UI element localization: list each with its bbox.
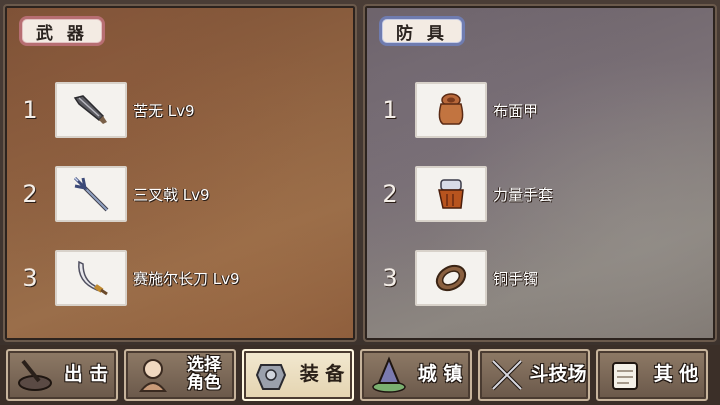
equipment-screen: 武 器 1 苦无 Lv9 2 三叉戟 Lv9 3 赛施尔长刀 Lv9 防 具 1… — [0, 0, 720, 405]
arena-label: 斗技场 — [529, 363, 587, 386]
arena-button[interactable]: 斗技场 — [478, 349, 590, 401]
armor-title: 防 具 — [379, 16, 465, 46]
select-character-button[interactable]: 选择 角色 — [124, 349, 236, 401]
weapon-slot-1[interactable]: 1 苦无 Lv9 — [5, 82, 195, 138]
gauntlet-icon[interactable] — [415, 166, 487, 222]
armor-slot-3[interactable]: 3 铜手镯 — [365, 250, 538, 306]
weapons-title: 武 器 — [19, 16, 105, 46]
kunai-icon[interactable] — [55, 82, 127, 138]
armor-name: 布面甲 — [493, 101, 539, 120]
character-icon — [132, 354, 174, 396]
town-label: 城 镇 — [417, 363, 463, 386]
scroll-icon — [604, 354, 646, 396]
equipment-button[interactable]: 装 备 — [242, 349, 354, 401]
bracelet-icon[interactable] — [415, 250, 487, 306]
armor-slot-2[interactable]: 2 力量手套 — [365, 166, 553, 222]
sortie-icon — [14, 354, 56, 396]
weapon-slot-3[interactable]: 3 赛施尔长刀 Lv9 — [5, 250, 240, 306]
weapon-name: 苦无 Lv9 — [133, 101, 195, 120]
armor-index: 3 — [382, 264, 398, 292]
equipment-label: 装 备 — [299, 363, 345, 386]
sortie-button[interactable]: 出 击 — [6, 349, 118, 401]
bottom-nav: 出 击 选择 角色 装 备 城 镇 斗技场 其 他 — [0, 345, 720, 405]
armor-panel: 防 具 1 布面甲 2 力量手套 3 铜手镯 — [363, 4, 717, 342]
town-icon — [368, 354, 410, 396]
armor-slot-1[interactable]: 1 布面甲 — [365, 82, 538, 138]
armor-name: 力量手套 — [493, 185, 554, 204]
weapon-index: 1 — [22, 96, 38, 124]
town-button[interactable]: 城 镇 — [360, 349, 472, 401]
select-character-label: 选择 角色 — [174, 356, 234, 393]
weapon-name: 三叉戟 Lv9 — [133, 185, 210, 204]
cloth-armor-icon[interactable] — [415, 82, 487, 138]
crossed-swords-icon — [486, 354, 528, 396]
sortie-label: 出 击 — [63, 363, 109, 386]
weapon-index: 3 — [22, 264, 38, 292]
weapons-panel: 武 器 1 苦无 Lv9 2 三叉戟 Lv9 3 赛施尔长刀 Lv9 — [3, 4, 357, 342]
weapon-slot-2[interactable]: 2 三叉戟 Lv9 — [5, 166, 210, 222]
armor-index: 1 — [382, 96, 398, 124]
select-label-line-2: 角色 — [187, 373, 221, 393]
armor-index: 2 — [382, 180, 398, 208]
weapon-index: 2 — [22, 180, 38, 208]
armor-name: 铜手镯 — [493, 269, 539, 288]
armor-set-icon — [250, 354, 292, 396]
other-button[interactable]: 其 他 — [596, 349, 708, 401]
weapon-name: 赛施尔长刀 Lv9 — [133, 269, 240, 288]
scimitar-icon[interactable] — [55, 250, 127, 306]
other-label: 其 他 — [653, 363, 699, 386]
trident-icon[interactable] — [55, 166, 127, 222]
